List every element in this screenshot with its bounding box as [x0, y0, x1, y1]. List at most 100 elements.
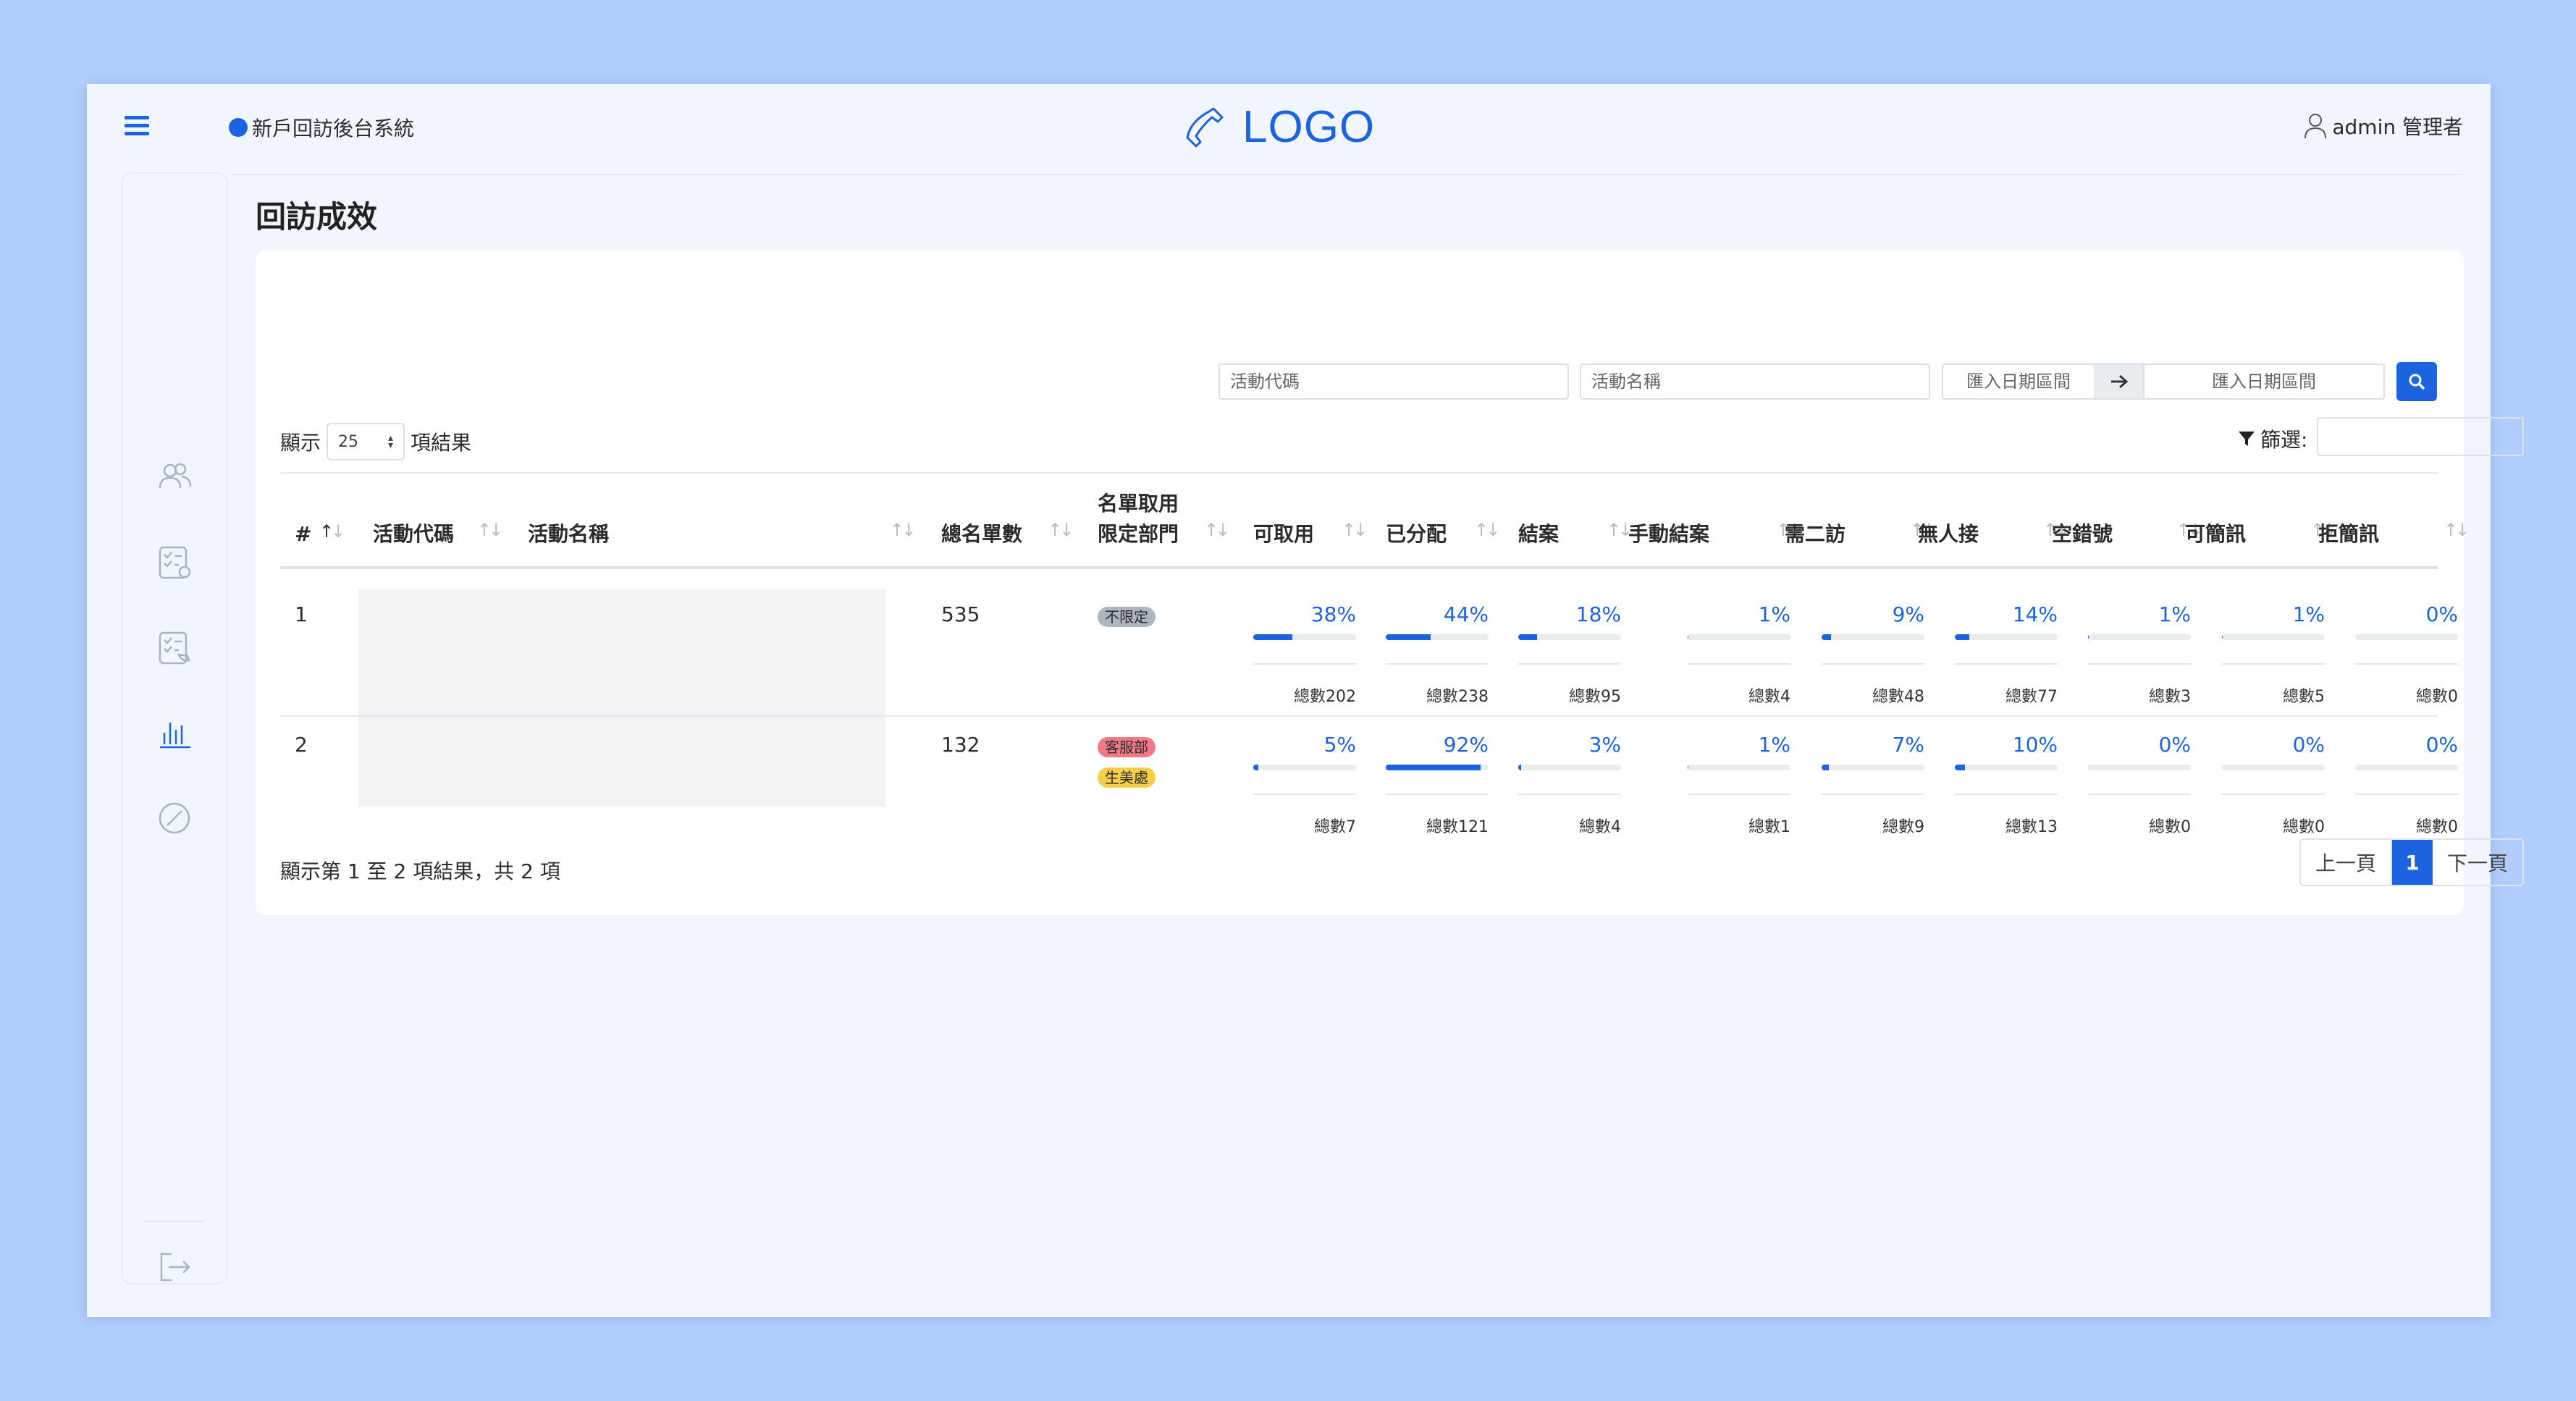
- stat-percent: 10%: [2012, 733, 2058, 757]
- checklist-phone-icon[interactable]: [154, 627, 195, 668]
- filter-icon: [2239, 432, 2255, 446]
- stat-total: 總數0: [2416, 688, 2458, 706]
- progress-bar: [2222, 634, 2325, 640]
- cell-divider: [1822, 663, 1924, 665]
- sidebar: [121, 172, 228, 1284]
- search-button[interactable]: [2396, 362, 2437, 401]
- progress-bar: [1955, 765, 2058, 770]
- sort-icon[interactable]: ↑↓: [2444, 520, 2470, 540]
- logout-icon[interactable]: [154, 1247, 195, 1287]
- redacted-activity-info: [358, 720, 885, 807]
- sort-icon[interactable]: ↑↓: [1474, 520, 1500, 540]
- stat-percent: 9%: [1892, 602, 1924, 626]
- progress-bar: [2222, 765, 2325, 770]
- progress-bar: [2088, 634, 2191, 640]
- filter-label-group: 篩選:: [2237, 424, 2307, 453]
- row-total: 535: [941, 602, 980, 626]
- progress-bar: [2355, 765, 2458, 770]
- stat-percent: 0%: [2158, 733, 2191, 757]
- progress-bar: [1253, 765, 1356, 770]
- sort-icon[interactable]: ↑↓: [1204, 520, 1230, 540]
- col-dept-line2: 限定部門: [1098, 522, 1179, 546]
- col-sms-refuse[interactable]: 拒簡訊: [2318, 521, 2379, 547]
- filter-input[interactable]: [2317, 417, 2524, 456]
- table-top-divider: [280, 472, 2438, 474]
- page-size-value: 25: [338, 432, 359, 451]
- progress-bar: [2088, 765, 2191, 770]
- stat-total: 總數4: [1579, 818, 1621, 836]
- system-name: 新戶回訪後台系統: [229, 113, 414, 142]
- sort-icon[interactable]: ↑↓: [1342, 520, 1368, 540]
- col-activity-code[interactable]: 活動代碼: [373, 521, 454, 547]
- progress-bar: [1386, 765, 1489, 770]
- col-sms-ok[interactable]: 可簡訊: [2185, 521, 2246, 547]
- progress-fill: [1822, 634, 1831, 640]
- checklist-settings-icon[interactable]: [154, 542, 195, 582]
- col-closed[interactable]: 結案: [1518, 521, 1559, 547]
- cell-divider: [1386, 663, 1489, 665]
- col-empty-number[interactable]: 空錯號: [2052, 521, 2113, 547]
- progress-bar: [1386, 634, 1489, 640]
- date-start-input[interactable]: 匯入日期區間: [1942, 363, 2095, 400]
- user-menu[interactable]: admin 管理者: [2303, 112, 2463, 140]
- user-label: admin 管理者: [2332, 115, 2463, 139]
- activity-code-input[interactable]: 活動代碼: [1218, 363, 1569, 400]
- cell-divider: [1518, 663, 1621, 665]
- next-page-button[interactable]: 下一頁: [2433, 840, 2522, 885]
- blocked-icon[interactable]: [154, 798, 195, 838]
- bar-chart-icon[interactable]: [154, 712, 195, 753]
- stat-percent: 1%: [2158, 602, 2191, 626]
- dept-badge: 不限定: [1098, 607, 1156, 627]
- sort-asc-icon[interactable]: ↑↓: [319, 521, 345, 542]
- cell-divider: [2355, 794, 2458, 795]
- progress-bar: [1688, 634, 1790, 640]
- stat-total: 總數1: [1748, 818, 1790, 836]
- stat-total: 總數202: [1294, 688, 1356, 706]
- progress-fill: [1822, 765, 1829, 770]
- stat-percent: 1%: [1758, 602, 1790, 626]
- stat-percent: 1%: [1758, 733, 1790, 757]
- progress-fill: [1518, 765, 1522, 770]
- prev-page-button[interactable]: 上一頁: [2301, 840, 2392, 885]
- cell-divider: [2355, 663, 2458, 665]
- stat-total: 總數77: [2005, 688, 2058, 706]
- col-assigned[interactable]: 已分配: [1386, 521, 1447, 547]
- col-index[interactable]: #: [295, 521, 311, 547]
- col-no-answer[interactable]: 無人接: [1918, 521, 1979, 547]
- col-total[interactable]: 總名單數: [941, 521, 1022, 547]
- col-activity-name[interactable]: 活動名稱: [528, 521, 609, 547]
- date-range-arrow: [2094, 363, 2144, 400]
- row-index: 1: [295, 602, 308, 626]
- sort-icon[interactable]: ↑↓: [1607, 520, 1633, 540]
- menu-icon[interactable]: [125, 116, 149, 136]
- stat-percent: 1%: [2292, 602, 2325, 626]
- users-icon[interactable]: [154, 456, 195, 497]
- stat-total: 總數238: [1426, 688, 1489, 706]
- row-divider: [280, 715, 2438, 717]
- row-index: 2: [295, 733, 308, 757]
- pagination: 上一頁 1 下一頁: [2299, 838, 2524, 886]
- col-manual-closed[interactable]: 手動結案: [1628, 521, 1709, 547]
- cell-divider: [1955, 663, 2058, 665]
- cell-divider: [1518, 794, 1621, 795]
- page-size-select[interactable]: 25 ▴ ▾: [327, 423, 405, 460]
- stat-total: 總數7: [1314, 818, 1356, 836]
- activity-name-input[interactable]: 活動名稱: [1580, 363, 1930, 400]
- sort-icon[interactable]: ↑↓: [890, 520, 916, 540]
- progress-fill: [1955, 634, 1969, 640]
- progress-bar: [2355, 634, 2458, 640]
- sort-icon[interactable]: ↑↓: [1048, 520, 1074, 540]
- page-1-button[interactable]: 1: [2392, 840, 2433, 885]
- stat-total: 總數4: [1748, 688, 1790, 706]
- col-dept[interactable]: 名單取用 限定部門: [1098, 491, 1179, 547]
- date-end-input[interactable]: 匯入日期區間: [2143, 363, 2385, 400]
- col-second-visit[interactable]: 需二訪: [1785, 521, 1845, 547]
- table-header-divider: [280, 566, 2438, 569]
- stat-percent: 14%: [2012, 602, 2058, 626]
- col-available[interactable]: 可取用: [1253, 521, 1314, 547]
- results-info: 顯示第 1 至 2 項結果，共 2 項: [280, 859, 560, 883]
- app-window: 新戶回訪後台系統 LOGO admin 管理者 回訪成效 活動代碼 活動名稱 匯…: [87, 84, 2524, 1317]
- sidebar-divider: [143, 1221, 205, 1222]
- sort-icon[interactable]: ↑↓: [477, 520, 503, 540]
- progress-bar: [1518, 634, 1621, 640]
